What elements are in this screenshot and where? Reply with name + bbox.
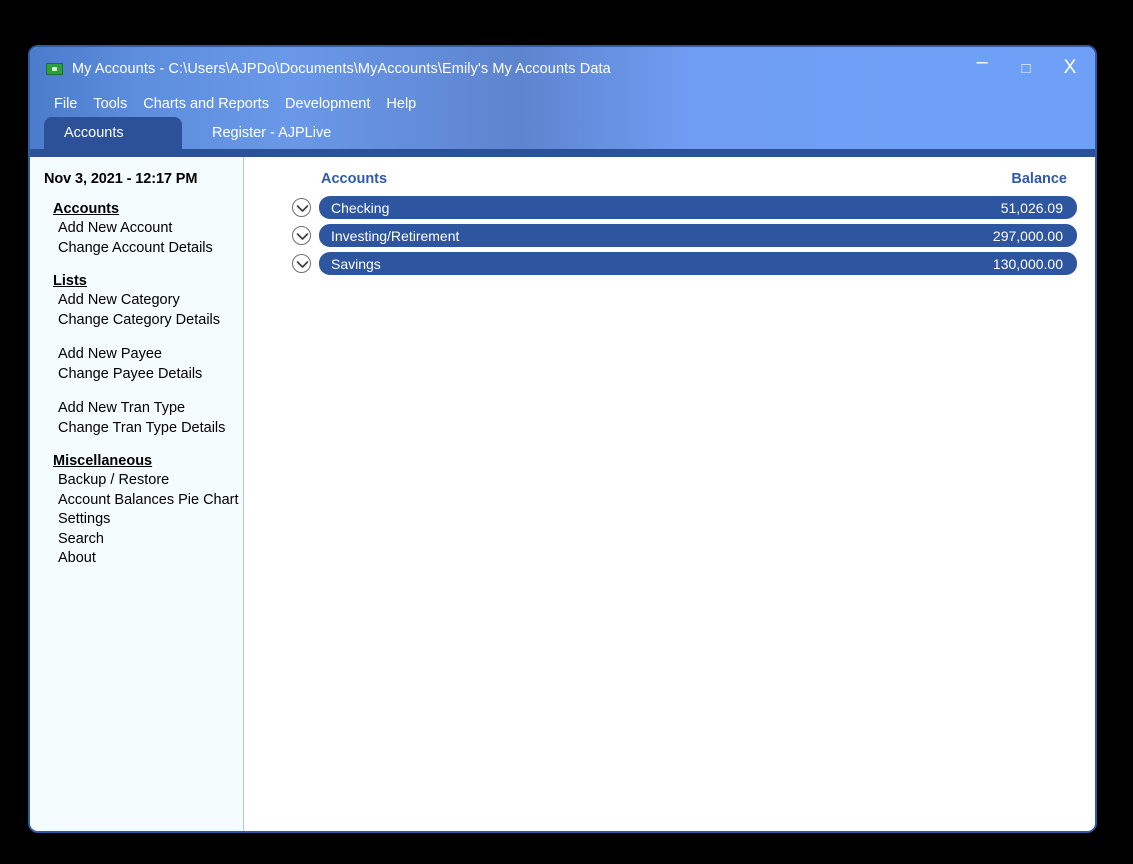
sidebar-item-add-new-tran-type[interactable]: Add New Tran Type bbox=[58, 400, 243, 418]
close-button[interactable]: X bbox=[1059, 57, 1081, 80]
tab-accounts[interactable]: Accounts bbox=[44, 117, 182, 149]
desktop-background: My Accounts - C:\Users\AJPDo\Documents\M… bbox=[0, 0, 1133, 864]
sidebar-group-title-miscellaneous: Miscellaneous bbox=[53, 453, 153, 469]
menu-item-charts-and-reports[interactable]: Charts and Reports bbox=[135, 96, 277, 112]
menu-item-development[interactable]: Development bbox=[277, 96, 378, 112]
sidebar-item-change-category-details[interactable]: Change Category Details bbox=[58, 312, 243, 330]
account-name: Checking bbox=[331, 199, 390, 216]
chevron-down-icon[interactable] bbox=[292, 226, 311, 245]
sidebar-item-account-balances-pie-chart[interactable]: Account Balances Pie Chart bbox=[58, 492, 243, 510]
table-row: Investing/Retirement 297,000.00 bbox=[292, 224, 1077, 247]
sidebar-item-search[interactable]: Search bbox=[58, 531, 243, 549]
tab-list: Accounts Register - AJPLive bbox=[44, 117, 349, 149]
column-header-accounts: Accounts bbox=[321, 171, 388, 187]
maximize-icon: □ bbox=[1021, 60, 1031, 77]
money-bill-icon bbox=[46, 63, 63, 75]
window-header: My Accounts - C:\Users\AJPDo\Documents\M… bbox=[30, 47, 1095, 157]
tab-register-ajplive[interactable]: Register - AJPLive bbox=[182, 117, 349, 149]
sidebar-item-backup-restore[interactable]: Backup / Restore bbox=[58, 472, 243, 490]
application-window: My Accounts - C:\Users\AJPDo\Documents\M… bbox=[28, 45, 1097, 833]
chevron-down-icon[interactable] bbox=[292, 198, 311, 217]
sidebar-group-title-accounts: Accounts bbox=[53, 201, 120, 217]
table-row: Savings 130,000.00 bbox=[292, 252, 1077, 275]
account-bar-savings[interactable]: Savings 130,000.00 bbox=[319, 252, 1077, 275]
title-bar[interactable]: My Accounts - C:\Users\AJPDo\Documents\M… bbox=[30, 47, 1095, 91]
tab-strip: Accounts Register - AJPLive bbox=[30, 117, 1095, 157]
menu-bar: File Tools Charts and Reports Developmen… bbox=[30, 91, 1095, 117]
sidebar: Nov 3, 2021 - 12:17 PM Accounts Add New … bbox=[30, 157, 244, 831]
sidebar-item-about[interactable]: About bbox=[58, 550, 243, 568]
sidebar-item-change-tran-type-details[interactable]: Change Tran Type Details bbox=[58, 420, 243, 438]
sidebar-item-add-new-category[interactable]: Add New Category bbox=[58, 292, 243, 310]
account-balance: 130,000.00 bbox=[992, 255, 1063, 272]
main-content: Accounts Balance Checking 51,026.09 Inve… bbox=[244, 157, 1095, 831]
table-row: Checking 51,026.09 bbox=[292, 196, 1077, 219]
sidebar-item-change-account-details[interactable]: Change Account Details bbox=[58, 240, 243, 258]
sidebar-item-add-new-account[interactable]: Add New Account bbox=[58, 220, 243, 238]
column-header-balance: Balance bbox=[1011, 171, 1067, 187]
account-balance: 297,000.00 bbox=[992, 227, 1063, 244]
chevron-down-icon[interactable] bbox=[292, 254, 311, 273]
window-body: Nov 3, 2021 - 12:17 PM Accounts Add New … bbox=[30, 157, 1095, 831]
maximize-button[interactable]: □ bbox=[1015, 58, 1037, 80]
tab-underline bbox=[30, 149, 1095, 157]
close-icon: X bbox=[1063, 57, 1077, 78]
account-balance: 51,026.09 bbox=[1000, 199, 1063, 216]
window-title: My Accounts - C:\Users\AJPDo\Documents\M… bbox=[72, 61, 611, 77]
sidebar-datetime: Nov 3, 2021 - 12:17 PM bbox=[44, 171, 198, 187]
minimize-icon: – bbox=[976, 51, 988, 73]
account-bar-investing-retirement[interactable]: Investing/Retirement 297,000.00 bbox=[319, 224, 1077, 247]
sidebar-item-change-payee-details[interactable]: Change Payee Details bbox=[58, 366, 243, 384]
menu-item-tools[interactable]: Tools bbox=[85, 96, 135, 112]
window-controls: – □ X bbox=[971, 47, 1081, 91]
account-bar-checking[interactable]: Checking 51,026.09 bbox=[319, 196, 1077, 219]
minimize-button[interactable]: – bbox=[971, 51, 993, 80]
sidebar-group-title-lists: Lists bbox=[53, 273, 87, 289]
sidebar-item-settings[interactable]: Settings bbox=[58, 511, 243, 529]
menu-item-file[interactable]: File bbox=[46, 96, 85, 112]
account-name: Savings bbox=[331, 255, 381, 272]
account-name: Investing/Retirement bbox=[331, 227, 460, 244]
accounts-list-header: Accounts Balance bbox=[292, 171, 1077, 187]
accounts-list: Checking 51,026.09 Investing/Retirement bbox=[292, 196, 1077, 275]
sidebar-item-add-new-payee[interactable]: Add New Payee bbox=[58, 346, 243, 364]
menu-item-help[interactable]: Help bbox=[378, 96, 424, 112]
